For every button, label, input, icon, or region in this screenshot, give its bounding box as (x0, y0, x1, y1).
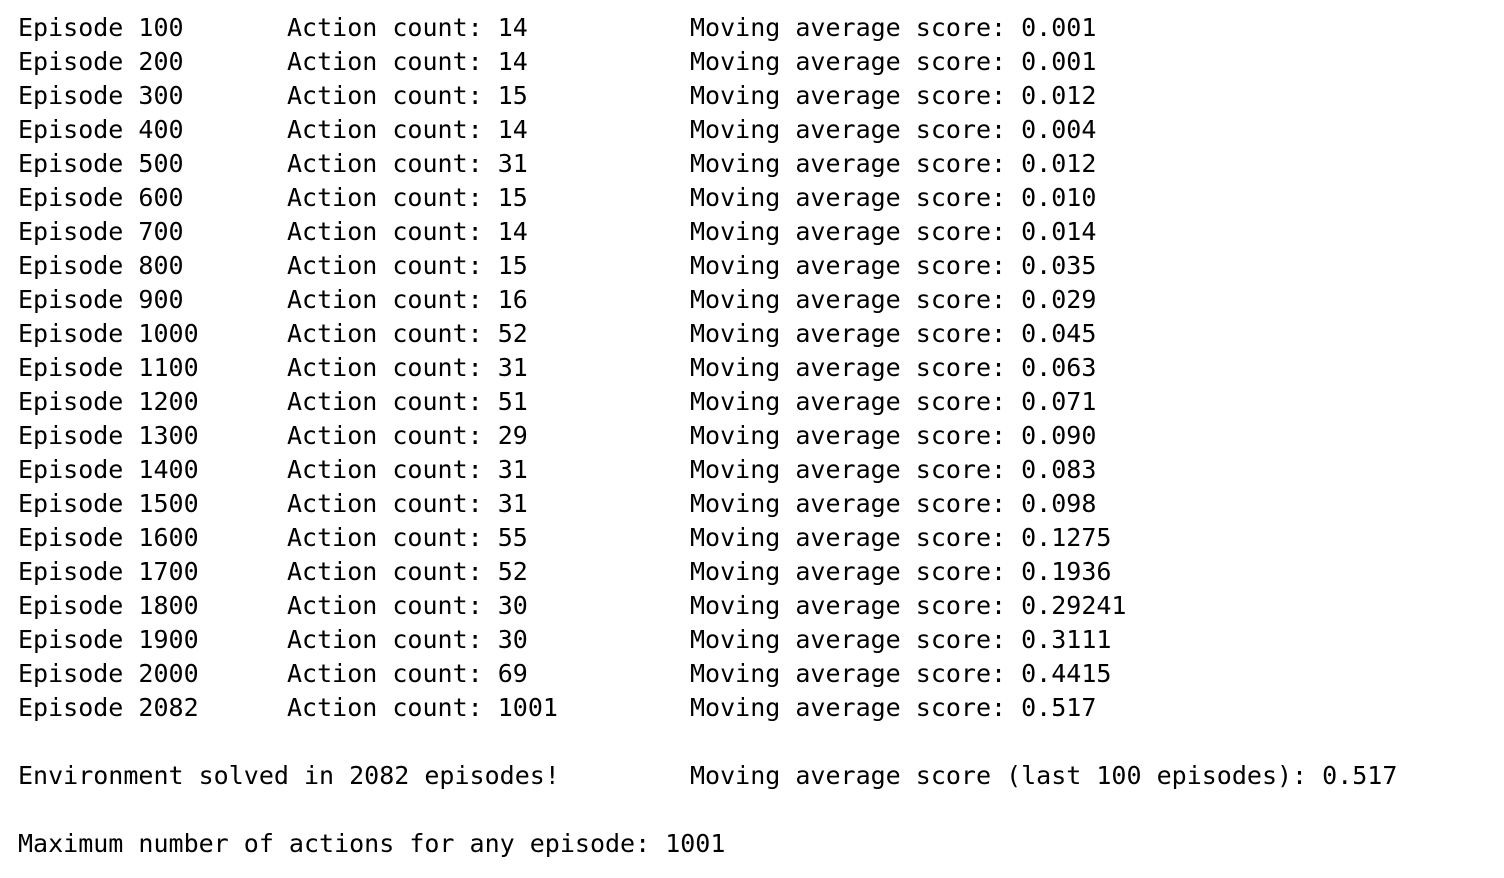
action-count: Action count: 69 (287, 659, 528, 688)
action-count: Action count: 16 (287, 285, 528, 314)
action-count: Action count: 30 (287, 625, 528, 654)
moving-average-score: Moving average score: 0.001 (690, 13, 1097, 42)
log-row: Episode 2000 Action count: 69 Moving avera… (18, 657, 1498, 691)
log-row: Episode 300 Action count: 15 Moving averag… (18, 79, 1498, 113)
episode-label: Episode 800 (18, 251, 184, 280)
episode-label: Episode 900 (18, 285, 184, 314)
moving-average-score: Moving average score: 0.517 (690, 693, 1097, 722)
episode-label: Episode 1900 (18, 625, 199, 654)
episode-label: Episode 1300 (18, 421, 199, 450)
moving-average-score: Moving average score: 0.029 (690, 285, 1097, 314)
final-score-message: Moving average score (last 100 episodes)… (690, 761, 1398, 790)
episode-label: Episode 2082 (18, 693, 199, 722)
solved-message: Environment solved in 2082 episodes! (18, 761, 560, 790)
max-actions-message: Maximum number of actions for any episod… (18, 829, 726, 858)
action-count: Action count: 14 (287, 217, 528, 246)
moving-average-score: Moving average score: 0.045 (690, 319, 1097, 348)
episode-label: Episode 1000 (18, 319, 199, 348)
moving-average-score: Moving average score: 0.001 (690, 47, 1097, 76)
moving-average-score: Moving average score: 0.090 (690, 421, 1097, 450)
moving-average-score: Moving average score: 0.010 (690, 183, 1097, 212)
moving-average-score: Moving average score: 0.004 (690, 115, 1097, 144)
action-count: Action count: 15 (287, 183, 528, 212)
moving-average-score: Moving average score: 0.014 (690, 217, 1097, 246)
moving-average-score: Moving average score: 0.29241 (690, 591, 1127, 620)
log-row: Episode 1300 Action count: 29 Moving avera… (18, 419, 1498, 453)
action-count: Action count: 14 (287, 47, 528, 76)
log-row: Episode 1500 Action count: 31 Moving avera… (18, 487, 1498, 521)
log-row: Episode 400 Action count: 14 Moving averag… (18, 113, 1498, 147)
action-count: Action count: 30 (287, 591, 528, 620)
solved-summary-line: Environment solved in 2082 episodes! Mov… (18, 759, 1498, 793)
episode-label: Episode 1200 (18, 387, 199, 416)
moving-average-score: Moving average score: 0.012 (690, 81, 1097, 110)
action-count: Action count: 29 (287, 421, 528, 450)
max-actions-line: Maximum number of actions for any episod… (18, 827, 1498, 861)
log-row: Episode 200 Action count: 14 Moving averag… (18, 45, 1498, 79)
log-row: Episode 1400 Action count: 31 Moving avera… (18, 453, 1498, 487)
log-row: Episode 1700 Action count: 52 Moving avera… (18, 555, 1498, 589)
log-row: Episode 900 Action count: 16 Moving averag… (18, 283, 1498, 317)
action-count: Action count: 31 (287, 149, 528, 178)
log-row: Episode 1600 Action count: 55 Moving avera… (18, 521, 1498, 555)
log-row: Episode 1800 Action count: 30 Moving avera… (18, 589, 1498, 623)
episode-label: Episode 500 (18, 149, 184, 178)
episode-label: Episode 600 (18, 183, 184, 212)
episode-label: Episode 1100 (18, 353, 199, 382)
console-output: Episode 100 Action count: 14 Moving averag… (18, 11, 1498, 861)
episode-label: Episode 200 (18, 47, 184, 76)
moving-average-score: Moving average score: 0.098 (690, 489, 1097, 518)
action-count: Action count: 55 (287, 523, 528, 552)
log-row: Episode 500 Action count: 31 Moving averag… (18, 147, 1498, 181)
log-row: Episode 1000 Action count: 52 Moving avera… (18, 317, 1498, 351)
log-row: Episode 1200 Action count: 51 Moving avera… (18, 385, 1498, 419)
moving-average-score: Moving average score: 0.071 (690, 387, 1097, 416)
episode-label: Episode 400 (18, 115, 184, 144)
episode-label: Episode 1600 (18, 523, 199, 552)
action-count: Action count: 14 (287, 13, 528, 42)
log-row: Episode 2082 Action count: 1001 Moving ave… (18, 691, 1498, 725)
moving-average-score: Moving average score: 0.012 (690, 149, 1097, 178)
moving-average-score: Moving average score: 0.4415 (690, 659, 1112, 688)
action-count: Action count: 52 (287, 557, 528, 586)
action-count: Action count: 15 (287, 251, 528, 280)
log-row: Episode 800 Action count: 15 Moving averag… (18, 249, 1498, 283)
moving-average-score: Moving average score: 0.3111 (690, 625, 1112, 654)
action-count: Action count: 52 (287, 319, 528, 348)
episode-label: Episode 1700 (18, 557, 199, 586)
episode-label: Episode 300 (18, 81, 184, 110)
log-row: Episode 1100 Action count: 31 Moving avera… (18, 351, 1498, 385)
action-count: Action count: 1001 (287, 693, 558, 722)
action-count: Action count: 51 (287, 387, 528, 416)
episode-label: Episode 100 (18, 13, 184, 42)
log-row: Episode 1900 Action count: 30 Moving avera… (18, 623, 1498, 657)
log-row: Episode 100 Action count: 14 Moving averag… (18, 11, 1498, 45)
action-count: Action count: 14 (287, 115, 528, 144)
action-count: Action count: 31 (287, 489, 528, 518)
episode-label: Episode 1400 (18, 455, 199, 484)
episode-label: Episode 1800 (18, 591, 199, 620)
log-row: Episode 600 Action count: 15 Moving averag… (18, 181, 1498, 215)
moving-average-score: Moving average score: 0.035 (690, 251, 1097, 280)
episode-label: Episode 1500 (18, 489, 199, 518)
log-row: Episode 700 Action count: 14 Moving averag… (18, 215, 1498, 249)
action-count: Action count: 15 (287, 81, 528, 110)
moving-average-score: Moving average score: 0.063 (690, 353, 1097, 382)
episode-label: Episode 2000 (18, 659, 199, 688)
moving-average-score: Moving average score: 0.1275 (690, 523, 1112, 552)
episode-log: Episode 100 Action count: 14 Moving averag… (18, 11, 1498, 725)
action-count: Action count: 31 (287, 353, 528, 382)
moving-average-score: Moving average score: 0.083 (690, 455, 1097, 484)
action-count: Action count: 31 (287, 455, 528, 484)
moving-average-score: Moving average score: 0.1936 (690, 557, 1112, 586)
episode-label: Episode 700 (18, 217, 184, 246)
